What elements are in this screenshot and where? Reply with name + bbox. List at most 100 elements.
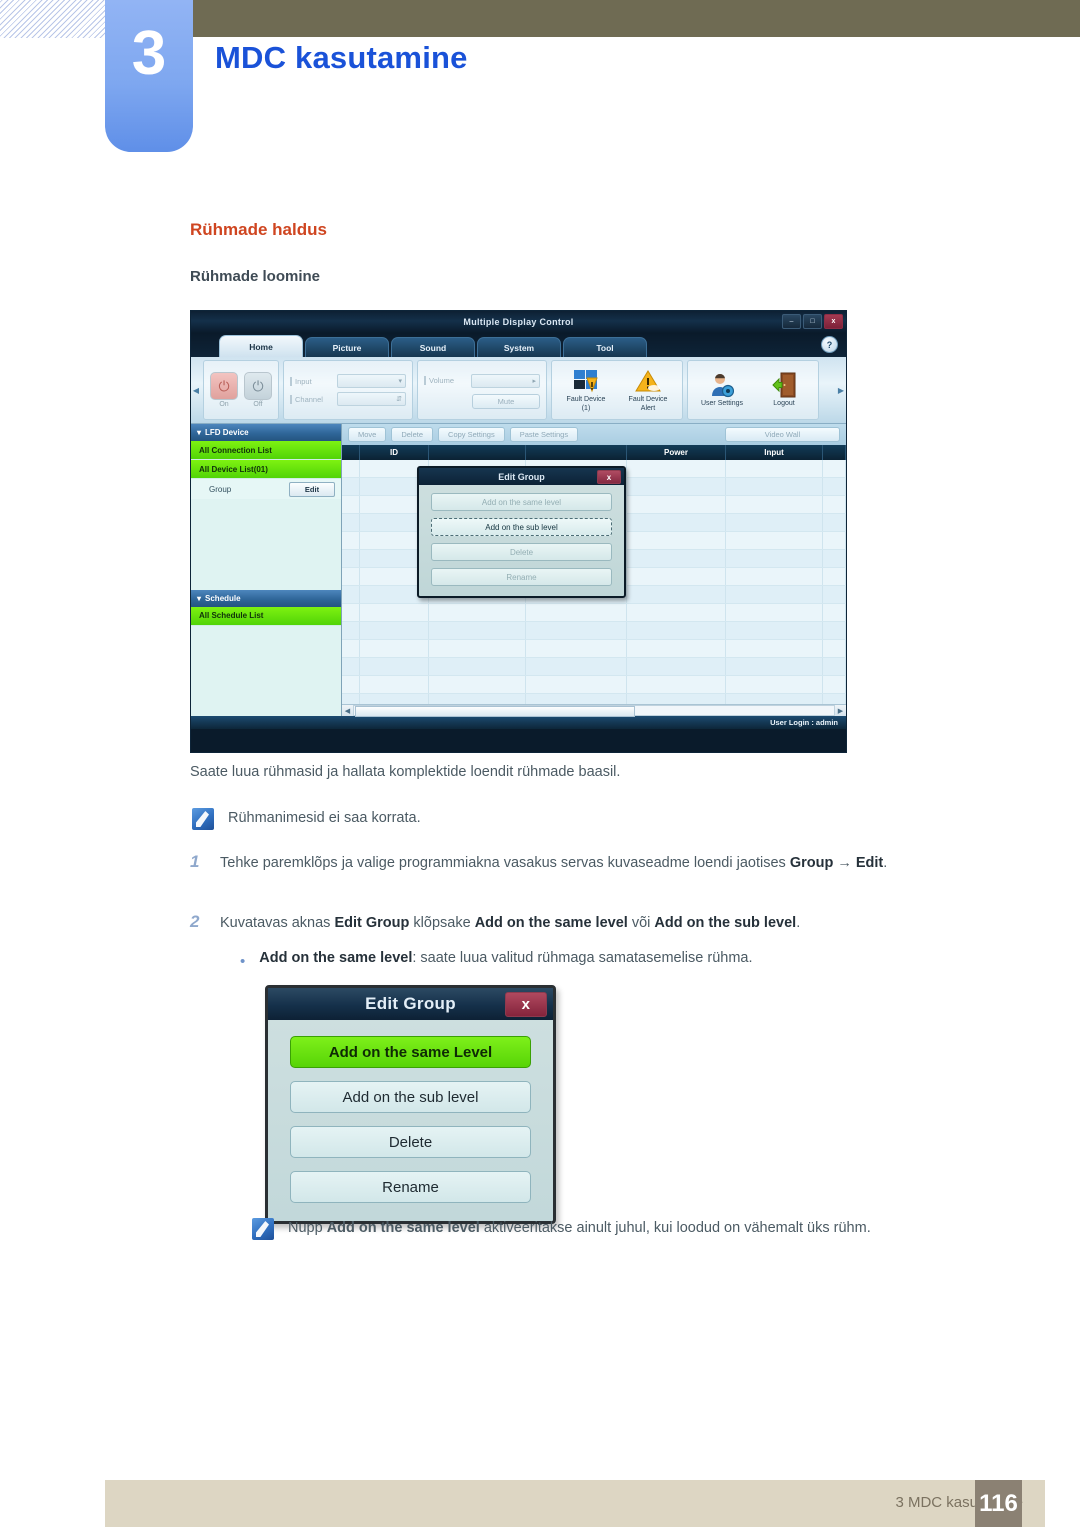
note-icon: [192, 808, 214, 830]
column-id[interactable]: ID: [360, 445, 429, 460]
fault-device-count: (1): [581, 404, 591, 412]
ribbon-scroll-right-icon[interactable]: ▶: [836, 360, 846, 420]
tab-home[interactable]: Home: [219, 335, 303, 357]
input-dropdown[interactable]: ▾: [337, 374, 406, 388]
power-off-icon: ⏻: [244, 372, 272, 400]
step-2-text-after: .: [796, 915, 801, 931]
add-on-sub-level-button[interactable]: Add on the sub level: [431, 518, 612, 536]
user-settings-button[interactable]: User Settings: [694, 371, 750, 408]
edit-group-large-close-icon[interactable]: x: [505, 992, 547, 1017]
group-edit-button[interactable]: Edit: [289, 481, 335, 497]
logout-button[interactable]: Logout: [756, 371, 812, 408]
fault-device-label: Fault Device (1): [567, 396, 606, 412]
scrollbar-thumb[interactable]: [355, 706, 636, 717]
step-2-text-before: Kuvatavas aknas: [220, 915, 335, 931]
edit-group-dialog-small: Edit Group x Add on the same level Add o…: [417, 466, 626, 598]
mute-button[interactable]: Mute: [472, 393, 540, 409]
chapter-number-tab: 3: [105, 0, 193, 152]
sidebar-item-group[interactable]: Group Edit: [191, 479, 341, 499]
step-1: 1 Tehke paremklõps ja valige programmiak…: [190, 852, 1010, 874]
ribbon-scroll-left-icon[interactable]: ◀: [191, 360, 201, 420]
user-settings-label: User Settings: [700, 400, 744, 408]
volume-label: Volume: [424, 376, 467, 385]
ribbon-group-power: ⏻ On ⏻ Off: [203, 360, 279, 420]
step-1-bold-group: Group: [789, 855, 834, 871]
sidebar-section-schedule[interactable]: ▾ Schedule: [191, 589, 341, 607]
section-heading: Rühmade haldus: [190, 220, 327, 239]
power-off-button[interactable]: ⏻ Off: [244, 372, 272, 408]
scroll-left-icon[interactable]: ◀: [342, 707, 353, 715]
add-on-sub-level-button-large[interactable]: Add on the sub level: [290, 1081, 531, 1113]
edit-group-dialog-body: Add on the same level Add on the sub lev…: [419, 485, 624, 596]
step-2-text: Kuvatavas aknas Edit Group klõpsake Add …: [220, 912, 800, 934]
table-row[interactable]: [342, 676, 846, 694]
table-row[interactable]: [342, 622, 846, 640]
table-row[interactable]: [342, 658, 846, 676]
sidebar-section-lfd-device[interactable]: ▾ LFD Device: [191, 424, 341, 441]
edit-group-dialog-large: Edit Group x Add on the same Level Add o…: [265, 985, 556, 1224]
warning-triangle-icon: [635, 367, 661, 395]
tab-picture[interactable]: Picture: [305, 337, 389, 357]
step-1-text-after: .: [883, 855, 888, 871]
help-icon[interactable]: ?: [821, 336, 838, 353]
move-button[interactable]: Move: [348, 427, 387, 442]
scroll-right-icon[interactable]: ▶: [835, 707, 846, 715]
fault-device-alert-button[interactable]: Fault Device Alert: [620, 367, 676, 412]
select-all-checkbox[interactable]: [342, 445, 360, 460]
volume-slider[interactable]: ▸: [471, 373, 540, 388]
note-2-after: aktiveeritakse ainult juhul, kui loodud …: [479, 1220, 871, 1236]
input-label: Input: [290, 376, 333, 386]
note-2: Nupp Add on the same level aktiveeritaks…: [252, 1218, 1012, 1240]
delete-button-large[interactable]: Delete: [290, 1126, 531, 1158]
delete-button[interactable]: Delete: [391, 427, 434, 442]
ribbon-group-volume: Volume ▸ Mute: [417, 360, 547, 420]
close-button[interactable]: x: [824, 314, 843, 329]
add-on-same-level-button-large[interactable]: Add on the same Level: [290, 1036, 531, 1068]
video-wall-button[interactable]: Video Wall: [725, 427, 840, 442]
table-row[interactable]: [342, 694, 846, 704]
mdc-tab-bar: Home Picture Sound System Tool ?: [191, 333, 846, 357]
column-unnamed-2[interactable]: [526, 445, 627, 460]
horizontal-scrollbar[interactable]: ◀ ▶: [342, 704, 846, 717]
column-input[interactable]: Input: [726, 445, 823, 460]
edit-group-dialog-titlebar: Edit Group x: [419, 468, 624, 485]
power-on-button[interactable]: ⏻ On: [210, 372, 238, 408]
bullet-dot-icon: •: [240, 953, 246, 970]
sidebar-item-all-schedule-list[interactable]: All Schedule List: [191, 606, 341, 626]
table-row[interactable]: [342, 640, 846, 658]
maximize-button[interactable]: □: [803, 314, 822, 329]
sidebar-item-all-device-list[interactable]: All Device List(01): [191, 460, 341, 479]
add-on-same-level-button[interactable]: Add on the same level: [431, 493, 612, 511]
fault-device-button[interactable]: Fault Device (1): [558, 367, 614, 412]
edit-group-dialog-close-icon[interactable]: x: [597, 470, 621, 484]
tab-sound[interactable]: Sound: [391, 337, 475, 357]
note-2-bold: Add on the same level: [326, 1220, 480, 1236]
delete-group-button[interactable]: Delete: [431, 543, 612, 561]
sidebar-group-label: Group: [209, 484, 232, 494]
logout-icon: [772, 371, 796, 399]
channel-stepper[interactable]: ⇵: [337, 392, 406, 406]
minimize-button[interactable]: –: [782, 314, 801, 329]
mdc-content-pane: Move Delete Copy Settings Paste Settings…: [342, 424, 846, 717]
paste-settings-button[interactable]: Paste Settings: [509, 427, 579, 442]
ribbon-group-user: User Settings Logout: [687, 360, 819, 420]
column-power[interactable]: Power: [627, 445, 726, 460]
fault-alert-text1: Fault Device: [628, 396, 668, 404]
tab-system[interactable]: System: [477, 337, 561, 357]
edit-group-dialog-title: Edit Group: [498, 471, 545, 482]
bullet-1-text: Add on the same level: saate luua valitu…: [259, 950, 752, 966]
power-off-label: Off: [253, 401, 263, 408]
table-row[interactable]: [342, 604, 846, 622]
mdc-application-screenshot: Multiple Display Control – □ x Home Pict…: [190, 310, 847, 753]
copy-settings-button[interactable]: Copy Settings: [438, 427, 505, 442]
rename-group-button[interactable]: Rename: [431, 568, 612, 586]
column-unnamed-1[interactable]: [429, 445, 526, 460]
column-overflow[interactable]: [823, 445, 846, 460]
page-number-box: 116: [975, 1480, 1022, 1527]
rename-button-large[interactable]: Rename: [290, 1171, 531, 1203]
sidebar-item-all-connection-list[interactable]: All Connection List: [191, 441, 341, 460]
scrollbar-track[interactable]: [353, 705, 835, 717]
tab-tool[interactable]: Tool: [563, 337, 647, 357]
page-title: MDC kasutamine: [215, 40, 468, 75]
note-1-text: Rühmanimesid ei saa korrata.: [228, 810, 421, 826]
